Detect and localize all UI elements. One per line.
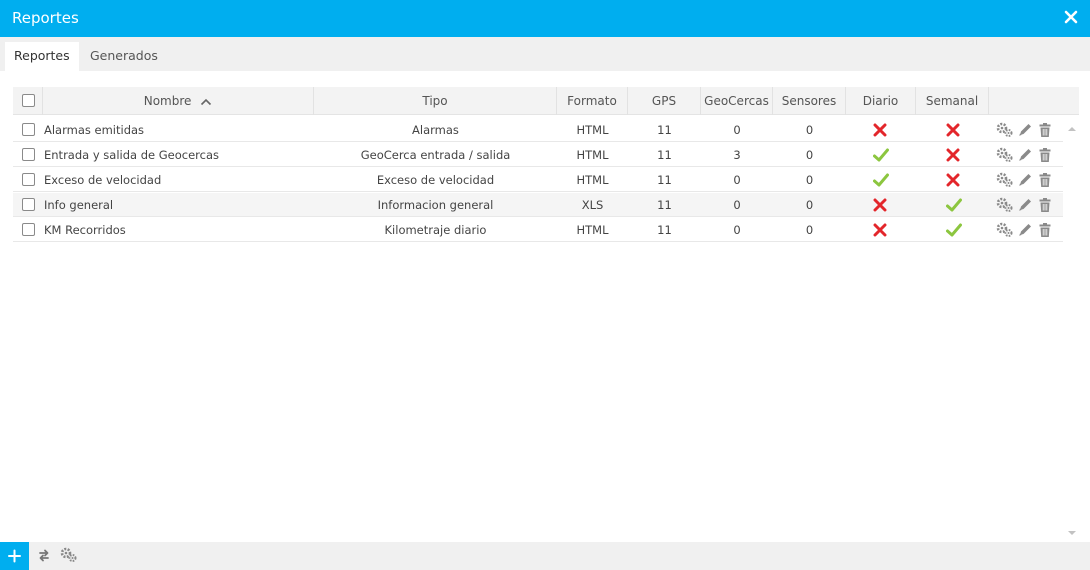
semanal-cross-icon	[946, 123, 960, 137]
diario-cross-icon	[873, 123, 887, 137]
gears-icon[interactable]	[996, 147, 1014, 163]
cell-geocercas: 0	[733, 123, 741, 137]
add-report-button[interactable]	[0, 542, 29, 570]
cell-sensores: 0	[805, 198, 814, 212]
cell-sensores: 0	[805, 223, 814, 237]
cell-formato: XLS	[581, 198, 604, 212]
row-checkbox[interactable]	[22, 173, 35, 186]
diario-cross-icon	[873, 223, 887, 237]
header-select-cell	[13, 87, 43, 115]
column-header-semanal[interactable]: Semanal	[916, 87, 989, 115]
table-row[interactable]: Exceso de velocidad Exceso de velocidad HT…	[13, 168, 1063, 192]
cell-gps: 11	[657, 123, 672, 137]
cell-gps: 11	[657, 223, 672, 237]
pencil-icon[interactable]	[1017, 147, 1033, 163]
gears-icon[interactable]	[996, 172, 1014, 188]
semanal-check-icon	[946, 198, 962, 212]
chevron-up-icon	[201, 98, 212, 105]
table-row[interactable]: Entrada y salida de Geocercas GeoCerca en…	[13, 143, 1063, 167]
plus-icon	[8, 549, 21, 563]
row-checkbox[interactable]	[22, 148, 35, 161]
cell-geocercas: 0	[733, 173, 741, 187]
row-checkbox[interactable]	[22, 123, 35, 136]
footer-toolbar	[0, 542, 1090, 570]
refresh-icon[interactable]	[37, 548, 51, 563]
column-header-formato[interactable]: Formato	[557, 87, 628, 115]
pencil-icon[interactable]	[1017, 222, 1033, 238]
cell-gps: 11	[657, 173, 672, 187]
row-checkbox[interactable]	[22, 198, 35, 211]
cell-formato: HTML	[576, 173, 609, 187]
pencil-icon[interactable]	[1017, 122, 1033, 138]
cell-tipo: Alarmas	[412, 123, 459, 137]
cell-geocercas: 3	[733, 148, 741, 162]
trash-icon[interactable]	[1038, 147, 1052, 163]
cell-sensores: 0	[805, 123, 814, 137]
column-header-geocercas[interactable]: GeoCercas	[701, 87, 773, 115]
cell-nombre: Entrada y salida de Geocercas	[44, 148, 220, 162]
gears-icon[interactable]	[996, 197, 1014, 213]
tab-bar: Reportes Generados	[0, 37, 1090, 71]
reports-table: Nombre Tipo Formato GPS GeoCercas Sensor…	[13, 87, 1079, 539]
cell-nombre: Info general	[44, 198, 114, 212]
trash-icon[interactable]	[1038, 222, 1052, 238]
vertical-scrollbar[interactable]	[1065, 125, 1079, 537]
cell-formato: HTML	[576, 148, 609, 162]
cell-sensores: 0	[805, 148, 814, 162]
scroll-down-arrow-icon[interactable]	[1067, 529, 1077, 537]
cell-tipo: Exceso de velocidad	[376, 173, 495, 187]
column-header-nombre[interactable]: Nombre	[43, 87, 314, 115]
cell-gps: 11	[657, 148, 672, 162]
tab-reportes-label: Reportes	[14, 48, 70, 63]
column-header-tipo[interactable]: Tipo	[314, 87, 557, 115]
diario-check-icon	[873, 173, 889, 187]
diario-check-icon	[873, 148, 889, 162]
cell-nombre: Exceso de velocidad	[44, 173, 162, 187]
gears-icon[interactable]	[996, 122, 1014, 138]
cell-geocercas: 0	[733, 198, 741, 212]
semanal-cross-icon	[946, 148, 960, 162]
tab-generados[interactable]: Generados	[81, 42, 167, 71]
column-header-nombre-label: Nombre	[143, 94, 192, 108]
column-header-gps[interactable]: GPS	[628, 87, 701, 115]
cell-tipo: Informacion general	[377, 198, 494, 212]
cell-tipo: GeoCerca entrada / salida	[360, 148, 511, 162]
column-header-sensores[interactable]: Sensores	[773, 87, 846, 115]
settings-button[interactable]	[60, 547, 78, 566]
window-title: Reportes	[12, 9, 79, 27]
pencil-icon[interactable]	[1017, 172, 1033, 188]
cell-geocercas: 0	[733, 223, 741, 237]
table-row[interactable]: Alarmas emitidas Alarmas HTML 11 0 0	[13, 118, 1063, 142]
window-titlebar: Reportes	[0, 0, 1090, 37]
trash-icon[interactable]	[1038, 122, 1052, 138]
pencil-icon[interactable]	[1017, 197, 1033, 213]
trash-icon[interactable]	[1038, 197, 1052, 213]
semanal-cross-icon	[946, 173, 960, 187]
row-checkbox[interactable]	[22, 223, 35, 236]
gears-icon[interactable]	[996, 222, 1014, 238]
cell-formato: HTML	[576, 123, 609, 137]
diario-cross-icon	[873, 198, 887, 212]
column-header-actions	[989, 87, 1079, 115]
gears-icon	[60, 547, 77, 562]
cell-nombre: KM Recorridos	[44, 223, 126, 237]
cell-formato: HTML	[576, 223, 609, 237]
trash-icon[interactable]	[1038, 172, 1052, 188]
semanal-check-icon	[946, 223, 962, 237]
select-all-checkbox[interactable]	[22, 94, 35, 107]
cell-sensores: 0	[805, 173, 814, 187]
scroll-up-arrow-icon[interactable]	[1067, 125, 1077, 133]
cell-tipo: Kilometraje diario	[384, 223, 487, 237]
table-row[interactable]: Info general Informacion general XLS 11 0 0	[13, 193, 1063, 217]
close-icon[interactable]	[1062, 8, 1080, 26]
column-header-diario[interactable]: Diario	[846, 87, 916, 115]
tab-generados-label: Generados	[90, 48, 158, 63]
table-header: Nombre Tipo Formato GPS GeoCercas Sensor…	[13, 87, 1079, 115]
cell-nombre: Alarmas emitidas	[44, 123, 145, 137]
cell-gps: 11	[657, 198, 672, 212]
table-row[interactable]: KM Recorridos Kilometraje diario HTML 11 0 0	[13, 218, 1063, 242]
tab-reportes[interactable]: Reportes	[5, 42, 79, 71]
